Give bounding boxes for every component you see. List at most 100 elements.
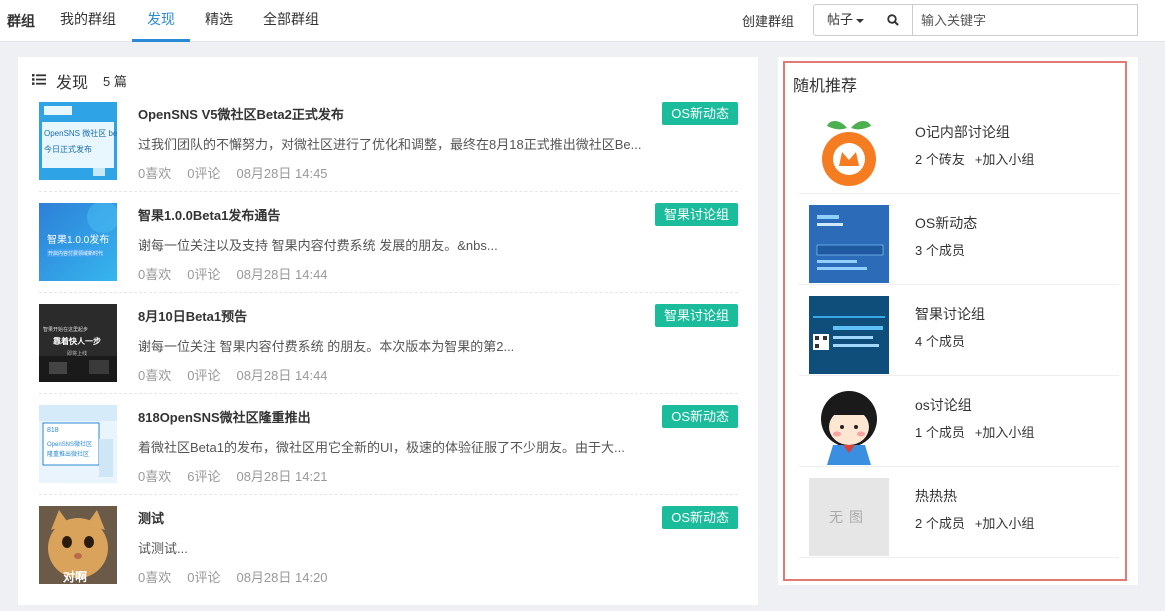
- group-meta: 3 个成员: [915, 240, 965, 259]
- group-tag[interactable]: OS新动态: [662, 506, 738, 529]
- cartoon-avatar-icon: [809, 387, 889, 465]
- search-button[interactable]: [874, 4, 913, 36]
- brand-label[interactable]: 群组: [7, 11, 35, 31]
- post-likes: 0喜欢: [138, 469, 172, 484]
- post-comments: 0评论: [187, 267, 221, 282]
- post-summary: 着微社区Beta1的发布，微社区用它全新的UI，极速的体验征服了不少朋友。由于大…: [138, 440, 625, 455]
- group-item[interactable]: os讨论组 1 个成员 +加入小组: [799, 376, 1119, 467]
- post-meta: 0喜欢 0评论 08月28日 14:44: [138, 264, 344, 283]
- post-item[interactable]: 对啊 测试 试测试... 0喜欢 0评论 08月28日 14:20 OS新动态: [39, 506, 738, 596]
- post-thumbnail[interactable]: 智果开始在这里起步 靠着快人一步 即将上线: [39, 304, 117, 382]
- group-member-count: 2 个砖友: [915, 152, 965, 167]
- group-meta: 2 个砖友 +加入小组: [915, 149, 1034, 168]
- post-comments: 6评论: [187, 469, 221, 484]
- group-meta: 4 个成员: [915, 331, 965, 350]
- group-tag[interactable]: OS新动态: [662, 102, 738, 125]
- post-summary: 试测试...: [138, 541, 188, 556]
- post-time: 08月28日 14:45: [236, 166, 328, 181]
- post-time: 08月28日 14:21: [236, 469, 328, 484]
- group-avatar-placeholder[interactable]: 无图: [809, 478, 889, 556]
- post-time: 08月28日 14:44: [236, 267, 328, 282]
- post-thumbnail[interactable]: 818 OpenSNS微社区 隆重推出微社区: [39, 405, 117, 483]
- post-summary: 谢每一位关注 智果内容付费系统 的朋友。本次版本为智果的第2...: [138, 339, 515, 354]
- group-avatar[interactable]: [809, 387, 889, 465]
- group-name[interactable]: OS新动态: [915, 213, 977, 233]
- nav-all-groups[interactable]: 全部群组: [263, 0, 319, 42]
- thumb-text: 开启内容付费领域新时代: [48, 251, 104, 257]
- search-icon: [887, 14, 899, 26]
- group-avatar[interactable]: [809, 296, 889, 374]
- group-name[interactable]: 热热热: [915, 486, 957, 506]
- post-summary: 谢每一位关注以及支持 智果内容付费系统 发展的朋友。&nbs...: [138, 238, 498, 253]
- group-tag[interactable]: 智果讨论组: [654, 304, 738, 327]
- nav-my-groups[interactable]: 我的群组: [60, 0, 116, 42]
- post-summary: 过我们团队的不懈努力，对微社区进行了优化和调整，最终在8月18正式推出微社区Be…: [138, 137, 642, 152]
- search-type-label: 帖子: [827, 12, 854, 27]
- group-member-count: 2 个成员: [915, 516, 965, 531]
- post-item[interactable]: 智果开始在这里起步 靠着快人一步 即将上线 8月10日Beta1预告 谢每一位关…: [39, 304, 738, 394]
- group-name[interactable]: 智果讨论组: [915, 304, 985, 324]
- nav-featured[interactable]: 精选: [205, 0, 233, 42]
- group-tag[interactable]: OS新动态: [662, 405, 738, 428]
- group-item[interactable]: O记内部讨论组 2 个砖友 +加入小组: [799, 103, 1119, 194]
- join-group-link[interactable]: +加入小组: [975, 152, 1035, 167]
- group-avatar[interactable]: [809, 114, 889, 192]
- create-group-link[interactable]: 创建群组: [742, 11, 794, 30]
- group-member-count: 3 个成员: [915, 243, 965, 258]
- join-group-link[interactable]: +加入小组: [975, 425, 1035, 440]
- group-item[interactable]: 无图 热热热 2 个成员 +加入小组: [799, 467, 1119, 558]
- post-thumbnail[interactable]: 对啊: [39, 506, 117, 584]
- thumb-text: 智果1.0.0发布: [47, 235, 110, 246]
- post-item[interactable]: 818 OpenSNS微社区 隆重推出微社区 818OpenSNS微社区隆重推出…: [39, 405, 738, 495]
- post-meta: 0喜欢 0评论 08月28日 14:45: [138, 163, 344, 182]
- post-time: 08月28日 14:20: [236, 570, 328, 585]
- recommend-box: 随机推荐 O记内部讨论组 2 个砖友 +加入小组 OS新动态 3 个成员 智果讨…: [783, 61, 1127, 581]
- post-title[interactable]: OpenSNS V5微社区Beta2正式发布: [138, 104, 344, 123]
- thumb-text: OpenSNS 微社区 beta2: [44, 129, 117, 138]
- post-thumbnail[interactable]: 智果1.0.0发布 开启内容付费领域新时代: [39, 203, 117, 281]
- post-title[interactable]: 818OpenSNS微社区隆重推出: [138, 407, 311, 426]
- post-title[interactable]: 8月10日Beta1预告: [138, 306, 247, 325]
- group-item[interactable]: 智果讨论组 4 个成员: [799, 285, 1119, 376]
- post-thumbnail[interactable]: OpenSNS 微社区 beta2 今日正式发布: [39, 102, 117, 180]
- group-member-count: 1 个成员: [915, 425, 965, 440]
- top-navbar: 群组 我的群组 发现 精选 全部群组 创建群组 帖子: [0, 0, 1165, 42]
- group-name[interactable]: os讨论组: [915, 395, 972, 415]
- post-item[interactable]: 智果1.0.0发布 开启内容付费领域新时代 智果1.0.0Beta1发布通告 谢…: [39, 203, 738, 293]
- recommend-title: 随机推荐: [793, 78, 858, 95]
- group-meta: 2 个成员 +加入小组: [915, 513, 1034, 532]
- post-meta: 0喜欢 6评论 08月28日 14:21: [138, 466, 344, 485]
- post-meta: 0喜欢 0评论 08月28日 14:20: [138, 567, 344, 586]
- feed-count: 5 篇: [103, 74, 127, 89]
- thumb-text: 818: [47, 427, 59, 434]
- thumb-text: 今日正式发布: [44, 145, 92, 154]
- post-title[interactable]: 智果1.0.0Beta1发布通告: [138, 205, 280, 224]
- post-item[interactable]: OpenSNS 微社区 beta2 今日正式发布 OpenSNS V5微社区Be…: [39, 102, 738, 192]
- thumb-text: 对啊: [63, 570, 88, 584]
- group-member-count: 4 个成员: [915, 334, 965, 349]
- group-name[interactable]: O记内部讨论组: [915, 122, 1010, 142]
- post-time: 08月28日 14:44: [236, 368, 328, 383]
- thumb-text: OpenSNS微社区: [47, 442, 93, 448]
- caret-down-icon: [856, 18, 865, 23]
- join-group-link[interactable]: +加入小组: [975, 516, 1035, 531]
- nav-discover[interactable]: 发现: [132, 0, 190, 42]
- thumb-text: 智果开始在这里起步: [43, 327, 89, 333]
- feed-title: 发现: [56, 75, 89, 92]
- search-type-select[interactable]: 帖子: [813, 4, 875, 36]
- post-title[interactable]: 测试: [138, 508, 164, 527]
- post-likes: 0喜欢: [138, 166, 172, 181]
- post-likes: 0喜欢: [138, 368, 172, 383]
- thumb-text: 靠着快人一步: [53, 337, 101, 346]
- list-icon: [32, 74, 46, 85]
- post-comments: 0评论: [187, 570, 221, 585]
- group-avatar[interactable]: [809, 205, 889, 283]
- group-item[interactable]: OS新动态 3 个成员: [799, 194, 1119, 285]
- post-likes: 0喜欢: [138, 570, 172, 585]
- thumb-text: 隆重推出微社区: [47, 452, 90, 458]
- orange-logo-icon: [809, 114, 889, 192]
- group-tag[interactable]: 智果讨论组: [654, 203, 738, 226]
- post-meta: 0喜欢 0评论 08月28日 14:44: [138, 365, 344, 384]
- group-meta: 1 个成员 +加入小组: [915, 422, 1034, 441]
- search-input[interactable]: [912, 4, 1138, 36]
